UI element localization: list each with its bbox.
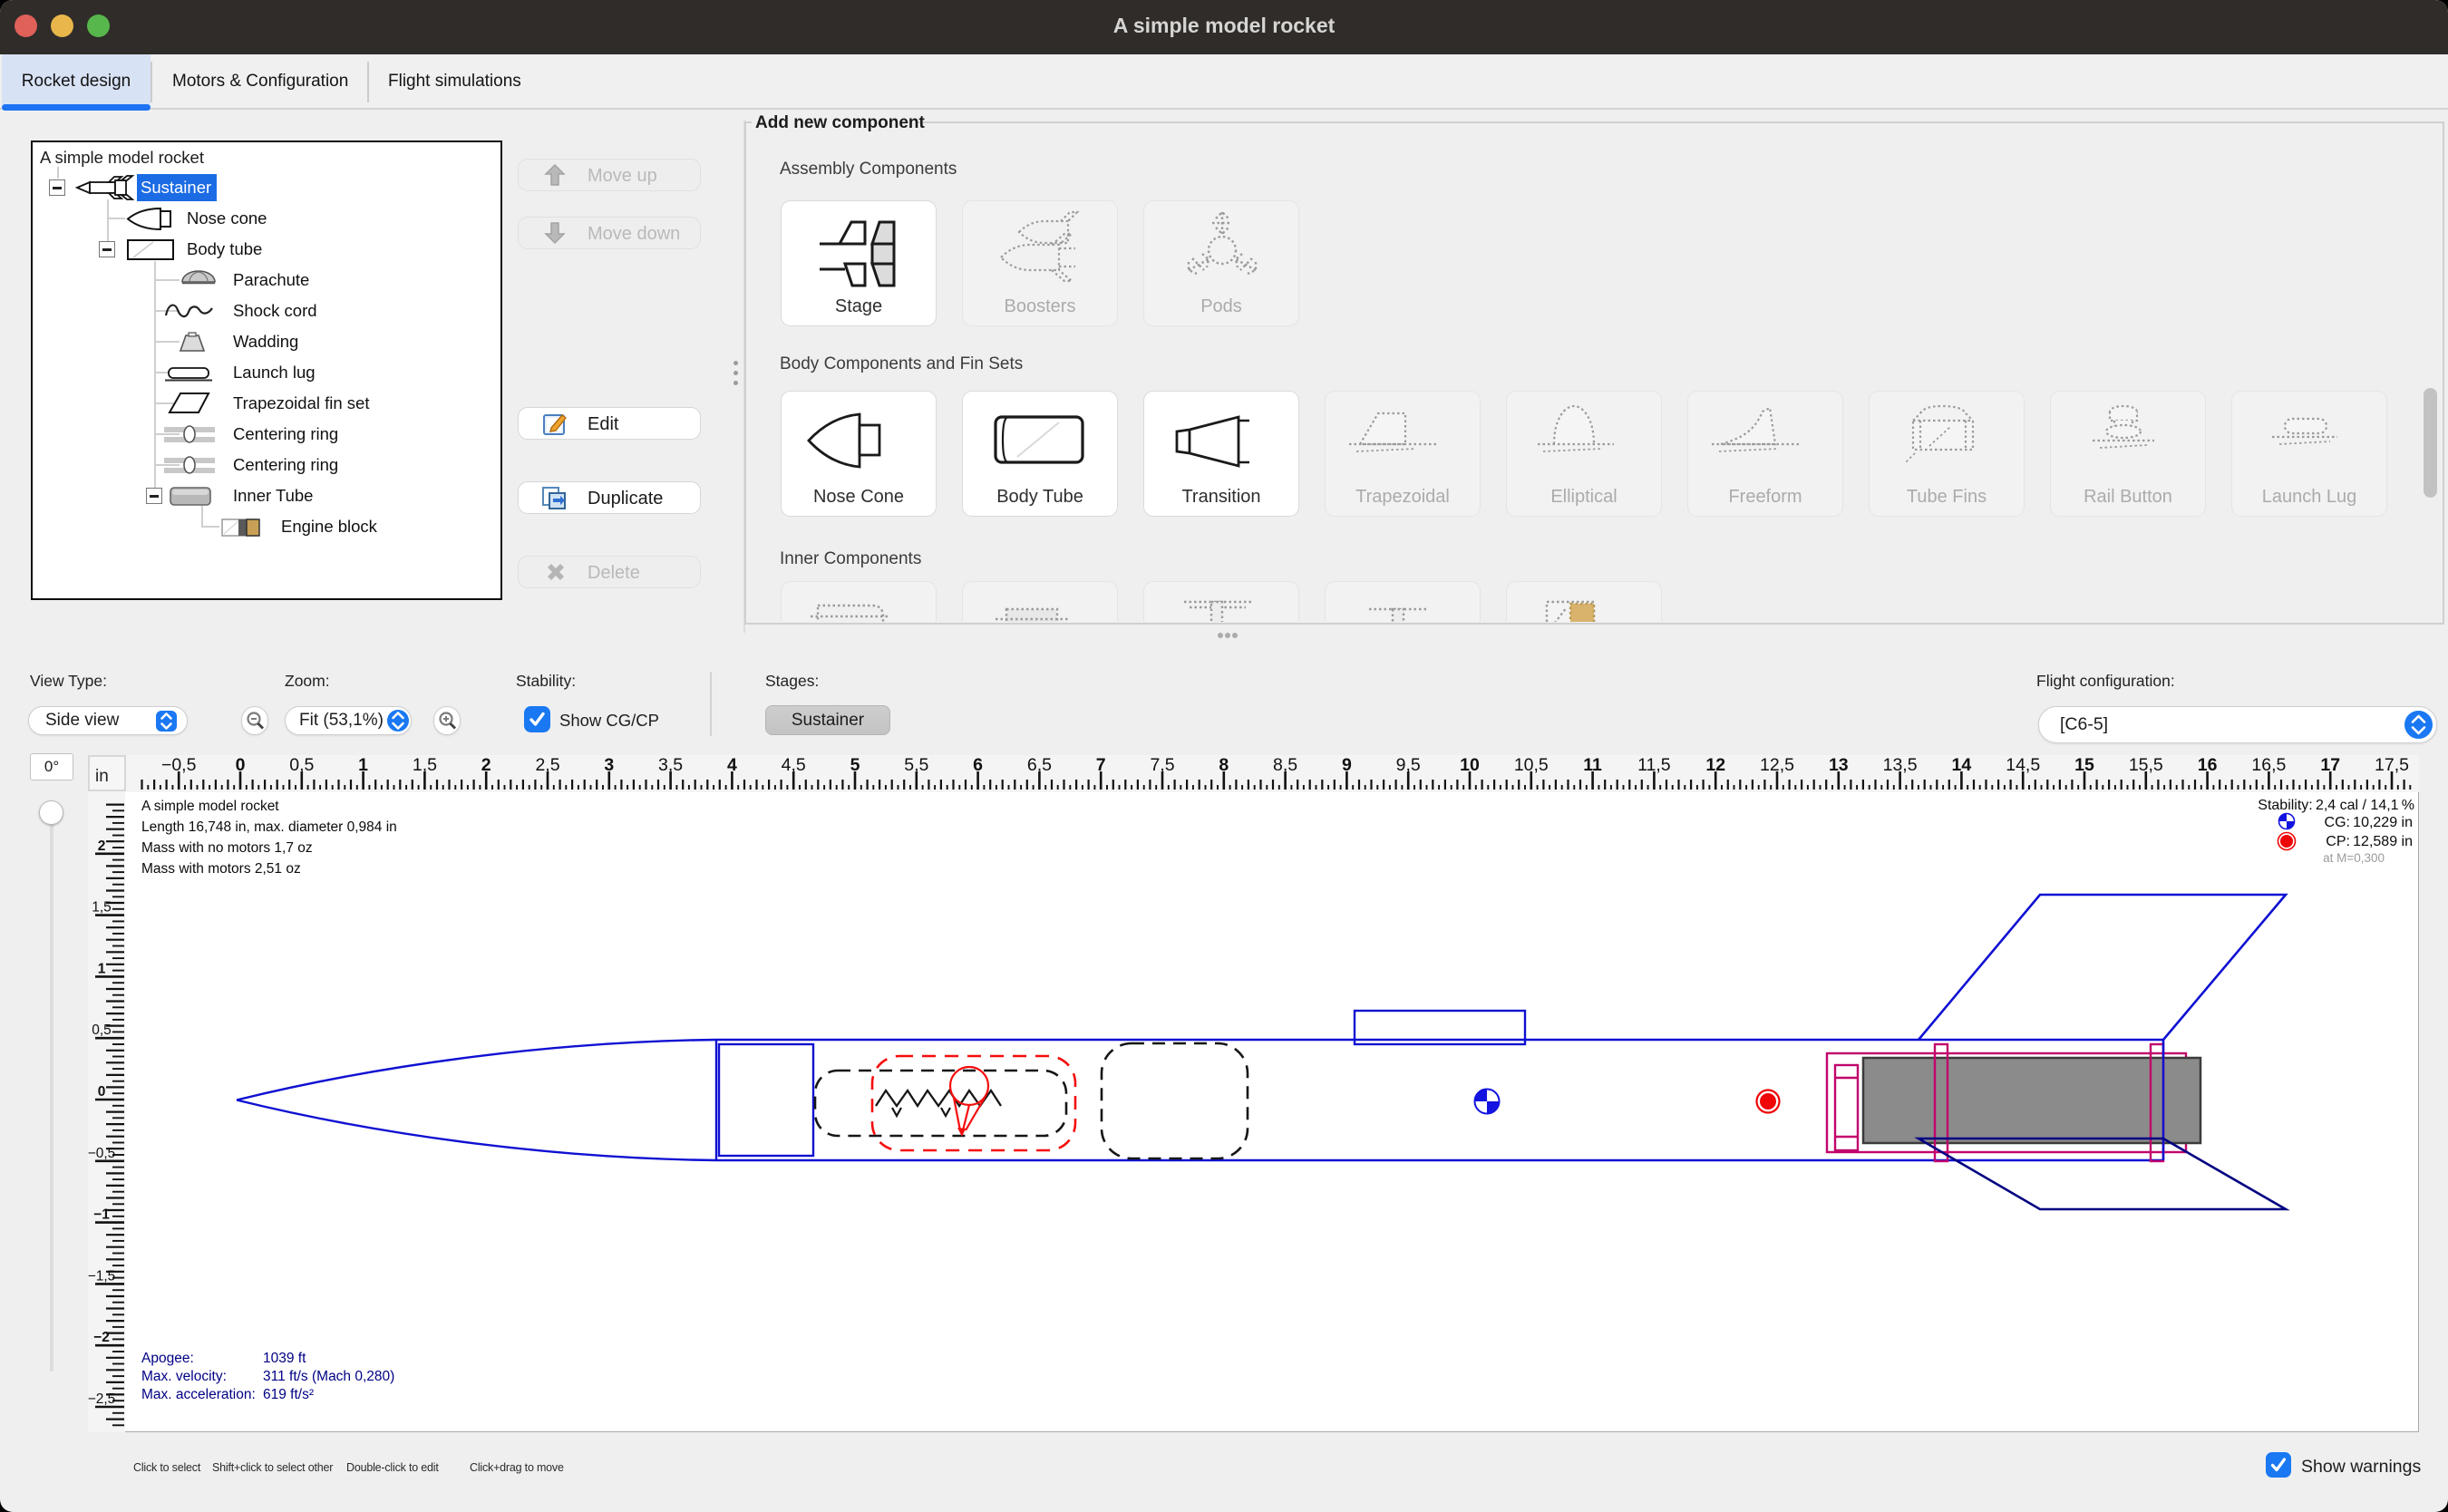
svg-text:0,5: 0,5 xyxy=(289,755,314,775)
svg-text:4,5: 4,5 xyxy=(782,755,806,775)
svg-text:2,5: 2,5 xyxy=(535,755,559,775)
svg-text:Max. velocity:: Max. velocity: xyxy=(141,1369,227,1384)
svg-text:11,5: 11,5 xyxy=(1637,755,1671,775)
svg-text:3,5: 3,5 xyxy=(658,755,683,775)
svg-text:15: 15 xyxy=(2074,755,2094,775)
svg-text:7: 7 xyxy=(1096,755,1106,775)
svg-text:11: 11 xyxy=(1583,755,1602,775)
svg-text:CG: 10,229 in: CG: 10,229 in xyxy=(2325,815,2413,830)
svg-text:−1: −1 xyxy=(93,1207,110,1223)
svg-text:12: 12 xyxy=(1705,755,1725,775)
svg-text:at M=0,300: at M=0,300 xyxy=(2323,851,2385,865)
svg-text:12,5: 12,5 xyxy=(1760,755,1794,775)
svg-text:13,5: 13,5 xyxy=(1883,755,1918,775)
svg-text:−2: −2 xyxy=(93,1330,110,1345)
svg-text:0,5: 0,5 xyxy=(92,1023,112,1038)
svg-text:16: 16 xyxy=(2198,755,2218,775)
svg-text:311 ft/s (Mach 0,280): 311 ft/s (Mach 0,280) xyxy=(263,1369,394,1384)
svg-text:3: 3 xyxy=(604,755,614,775)
svg-text:9: 9 xyxy=(1342,755,1352,775)
svg-text:−2,5: −2,5 xyxy=(88,1391,116,1407)
svg-text:6,5: 6,5 xyxy=(1027,755,1052,775)
svg-text:1: 1 xyxy=(358,755,368,775)
svg-text:8: 8 xyxy=(1219,755,1229,775)
svg-text:1,5: 1,5 xyxy=(413,755,437,775)
svg-text:in: in xyxy=(95,767,109,786)
svg-text:14,5: 14,5 xyxy=(2006,755,2040,775)
svg-text:4: 4 xyxy=(727,755,737,775)
svg-text:−1,5: −1,5 xyxy=(88,1268,116,1284)
svg-text:Stability: 2,4 cal / 14,1 %: Stability: 2,4 cal / 14,1 % xyxy=(2258,798,2414,813)
svg-text:17: 17 xyxy=(2320,755,2340,775)
svg-text:0: 0 xyxy=(236,755,246,775)
svg-text:1,5: 1,5 xyxy=(92,900,112,916)
svg-text:−0,5: −0,5 xyxy=(161,755,197,775)
svg-text:Mass with motors 2,51 oz: Mass with motors 2,51 oz xyxy=(141,861,301,877)
svg-text:CP: 12,589 in: CP: 12,589 in xyxy=(2326,834,2413,849)
svg-text:2: 2 xyxy=(481,755,491,775)
svg-text:9,5: 9,5 xyxy=(1396,755,1421,775)
svg-text:8,5: 8,5 xyxy=(1273,755,1297,775)
svg-text:10,5: 10,5 xyxy=(1514,755,1549,775)
svg-text:5,5: 5,5 xyxy=(904,755,928,775)
svg-text:Apogee:: Apogee: xyxy=(141,1351,194,1366)
svg-text:16,5: 16,5 xyxy=(2251,755,2286,775)
svg-text:15,5: 15,5 xyxy=(2129,755,2163,775)
svg-text:−0,5: −0,5 xyxy=(88,1146,116,1161)
svg-text:17,5: 17,5 xyxy=(2375,755,2409,775)
svg-text:1039 ft: 1039 ft xyxy=(263,1351,306,1366)
svg-text:619 ft/s²: 619 ft/s² xyxy=(263,1387,314,1402)
svg-text:13: 13 xyxy=(1829,755,1849,775)
svg-text:Length 16,748 in, max. diamete: Length 16,748 in, max. diameter 0,984 in xyxy=(141,819,397,835)
svg-text:6: 6 xyxy=(973,755,983,775)
svg-text:0: 0 xyxy=(98,1084,106,1100)
svg-text:1: 1 xyxy=(98,961,106,976)
svg-text:10: 10 xyxy=(1460,755,1480,775)
svg-text:Mass with no motors 1,7 oz: Mass with no motors 1,7 oz xyxy=(141,840,313,856)
svg-text:7,5: 7,5 xyxy=(1150,755,1174,775)
svg-text:2: 2 xyxy=(98,838,106,854)
svg-text:A simple model rocket: A simple model rocket xyxy=(141,799,279,814)
svg-text:14: 14 xyxy=(1952,755,1972,775)
svg-text:5: 5 xyxy=(850,755,860,775)
svg-text:Max. acceleration:: Max. acceleration: xyxy=(141,1387,256,1402)
